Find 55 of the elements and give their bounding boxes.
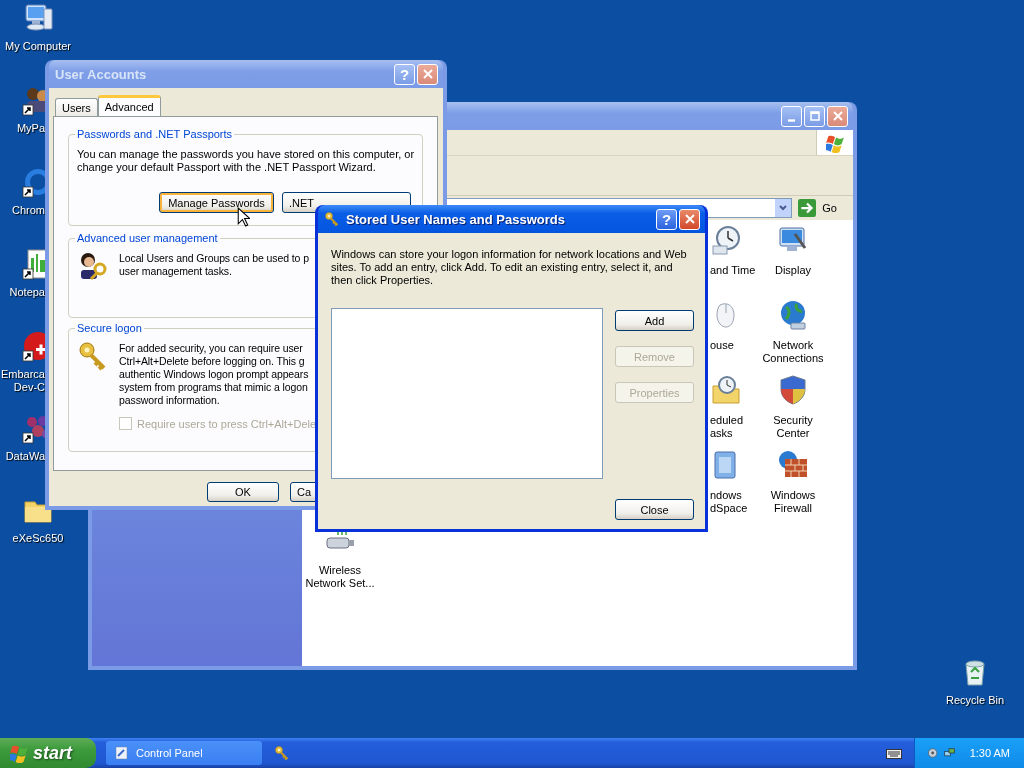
mouse-pointer-icon — [237, 207, 250, 227]
disc-icon — [927, 745, 939, 761]
window-title: User Accounts — [55, 66, 148, 82]
start-button[interactable]: start — [0, 738, 96, 768]
desktop-icon-label[interactable]: My Computer — [5, 40, 71, 53]
item-label[interactable]: and Time — [710, 264, 756, 277]
item-label[interactable]: Network Connections — [758, 339, 828, 365]
description-text: Local Users and Groups can be used to p user management tasks. — [119, 252, 309, 278]
item-label[interactable]: eduled asks — [710, 414, 758, 440]
item-label[interactable]: Security Center — [758, 414, 828, 440]
item-label[interactable]: ndows dSpace — [710, 489, 758, 515]
keyboard-icon — [886, 747, 902, 759]
desktop-icon-label[interactable]: eXeSc650 — [12, 532, 64, 545]
help-button[interactable]: ? — [656, 208, 677, 230]
maximize-icon — [808, 110, 821, 122]
desktop-icon-label[interactable]: Recycle Bin — [945, 694, 1005, 707]
description-text: For added security, you can require user Ctrl+Alt+Delete before logging on. This g authentic Windows logon prompt appears system from programs that mimic a logon password information. — [119, 342, 309, 407]
desktop-icon-label[interactable]: MyPa — [0, 122, 45, 135]
group-title: Advanced user management — [76, 232, 219, 244]
go-button[interactable]: Go — [796, 197, 851, 219]
chevron-down-icon — [778, 203, 789, 213]
tab[interactable]: Users — [55, 98, 98, 116]
close-button[interactable]: Close — [615, 499, 694, 520]
minimize-icon — [788, 118, 795, 122]
clock-icon[interactable] — [710, 224, 742, 256]
description-text: You can manage the passwords you have stored on this computer, or change your default Passport with the .NET Passport Wizard. — [77, 148, 415, 174]
key-icon — [274, 745, 290, 761]
desktop-icon-label[interactable]: Notepa — [0, 286, 45, 299]
button[interactable]: OK — [207, 482, 279, 502]
close-button[interactable] — [679, 208, 700, 230]
flag-icon — [10, 743, 28, 763]
button[interactable]: Manage Passwords — [159, 192, 274, 213]
item-label[interactable]: Windows Firewall — [758, 489, 828, 515]
shield-icon[interactable] — [777, 374, 809, 406]
close-icon — [421, 68, 434, 80]
button[interactable]: Add — [615, 310, 694, 331]
item-label[interactable]: ouse — [710, 339, 734, 352]
group-title: Passwords and .NET Passports — [76, 128, 234, 140]
item-label[interactable]: Wireless Network Set... — [302, 564, 378, 590]
computer-icon[interactable] — [22, 2, 54, 34]
close-icon — [831, 110, 844, 122]
group-title: Secure logon — [76, 322, 143, 334]
description-text: Windows can store your logon information for network locations and Web sites. To add an entry, click Add. To edit an existing entry, select it, and then click Properties. — [331, 248, 688, 287]
arrow-right-icon — [798, 199, 817, 217]
control-panel-icon — [114, 745, 130, 761]
close-icon — [683, 213, 696, 225]
tab[interactable]: Advanced — [97, 95, 161, 116]
desktop-icon-label[interactable]: Chrom — [0, 204, 45, 217]
desktop-icon-label[interactable]: DataWa — [0, 450, 45, 463]
dropdown-button[interactable] — [775, 199, 792, 217]
item-label[interactable]: Display — [774, 264, 812, 277]
desktop-icon-label[interactable]: Embarca Dev-C — [0, 368, 45, 394]
folder-clock-icon[interactable] — [710, 374, 742, 406]
key-icon — [324, 211, 340, 227]
dialog-title: Stored User Names and Passwords — [346, 211, 566, 227]
